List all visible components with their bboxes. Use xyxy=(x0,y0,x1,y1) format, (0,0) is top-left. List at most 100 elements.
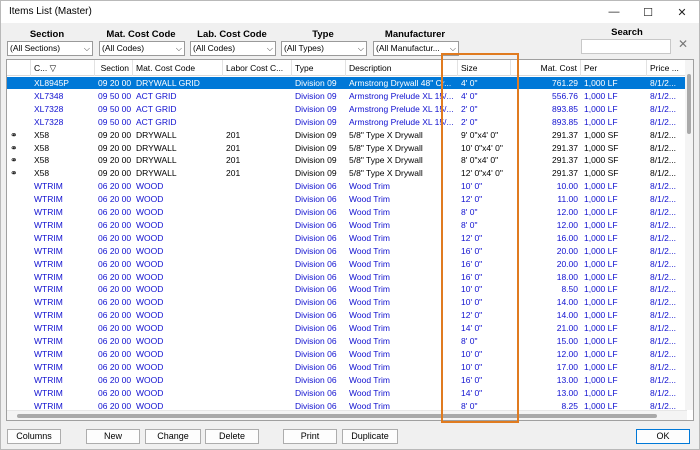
chevron-down-icon: ⌵ xyxy=(175,44,182,53)
cell-code: WTRIM xyxy=(34,181,63,192)
mat-cost-code-filter-select[interactable]: (All Codes) ⌵ xyxy=(99,41,185,56)
cell-type: Division 06 xyxy=(295,387,337,398)
change-button[interactable]: Change xyxy=(145,429,201,444)
column-header-icon[interactable] xyxy=(7,60,31,76)
column-header[interactable]: Mat. Cost Code xyxy=(133,60,223,76)
table-row[interactable]: WTRIM 06 20 00 WOOD Division 06 Wood Trim 16'… xyxy=(7,271,687,283)
table-row[interactable]: XL8945P 09 20 00 DRYWALL GRID Division 09 Ar… xyxy=(7,77,687,90)
column-header[interactable]: Per xyxy=(581,60,647,76)
clear-search-icon[interactable]: ✕ xyxy=(675,37,691,55)
table-row[interactable]: XL7328 09 50 00 ACT GRID Division 09 Armstro… xyxy=(7,103,687,115)
duplicate-button[interactable]: Duplicate xyxy=(342,429,398,444)
cell-price: 8/1/2... xyxy=(650,232,676,243)
cell-type: Division 06 xyxy=(295,323,337,334)
cell-price: 8/1/2... xyxy=(650,245,676,256)
table-row[interactable]: WTRIM 06 20 00 WOOD Division 06 Wood Trim 16'… xyxy=(7,374,687,386)
ok-button[interactable]: OK xyxy=(636,429,690,444)
cell-cost: 12.00 xyxy=(556,348,578,359)
cell-cost: 8.50 xyxy=(561,284,578,295)
cell-mat: WOOD xyxy=(136,258,164,269)
column-header[interactable]: Type xyxy=(292,60,346,76)
chevron-down-icon: ⌵ xyxy=(357,44,364,53)
cell-section: 06 20 00 xyxy=(98,387,132,398)
column-header-label: Per xyxy=(584,63,598,73)
cell-code: WTRIM xyxy=(34,387,63,398)
column-header[interactable]: Section xyxy=(95,60,133,76)
table-row[interactable]: WTRIM 06 20 00 WOOD Division 06 Wood Trim 14'… xyxy=(7,322,687,334)
type-filter-select[interactable]: (All Types) ⌵ xyxy=(281,41,367,56)
cell-section: 09 50 00 xyxy=(98,90,132,101)
lab-cost-code-filter-select[interactable]: (All Codes) ⌵ xyxy=(190,41,276,56)
table-row[interactable]: WTRIM 06 20 00 WOOD Division 06 Wood Trim 8' … xyxy=(7,219,687,231)
cell-price: 8/1/2... xyxy=(650,361,676,372)
table-row[interactable]: WTRIM 06 20 00 WOOD Division 06 Wood Trim 12'… xyxy=(7,309,687,321)
print-button[interactable]: Print xyxy=(283,429,337,444)
cell-per: 1,000 LF xyxy=(584,297,618,308)
table-row[interactable]: XL7328 09 50 00 ACT GRID Division 09 Armstro… xyxy=(7,116,687,128)
cell-lab xyxy=(223,296,292,308)
cell-type: Division 06 xyxy=(295,374,337,385)
column-header[interactable]: C... ▽ xyxy=(31,60,95,76)
cell-type: Division 06 xyxy=(295,258,337,269)
maximize-icon[interactable]: ☐ xyxy=(631,1,665,23)
table-row[interactable]: WTRIM 06 20 00 WOOD Division 06 Wood Trim 10'… xyxy=(7,348,687,360)
column-header[interactable]: Labor Cost C... xyxy=(223,60,292,76)
table-row[interactable]: WTRIM 06 20 00 WOOD Division 06 Wood Trim 8' … xyxy=(7,206,687,218)
table-row[interactable]: WTRIM 06 20 00 WOOD Division 06 Wood Trim 12'… xyxy=(7,193,687,205)
delete-button[interactable]: Delete xyxy=(205,429,259,444)
cell-type: Division 09 xyxy=(295,142,337,153)
cell-section: 09 50 00 xyxy=(98,103,132,114)
cell-per: 1,000 LF xyxy=(584,271,618,282)
horizontal-scroll-thumb[interactable] xyxy=(17,414,657,418)
cell-mat: ACT GRID xyxy=(136,103,177,114)
cell-code: WTRIM xyxy=(34,207,63,217)
row-icon-cell xyxy=(7,387,31,399)
cell-type: Division 09 xyxy=(295,78,337,88)
table-row[interactable]: WTRIM 06 20 00 WOOD Division 06 Wood Trim 10'… xyxy=(7,296,687,308)
table-row[interactable]: WTRIM 06 20 00 WOOD Division 06 Wood Trim 10'… xyxy=(7,283,687,295)
columns-button[interactable]: Columns xyxy=(7,429,61,444)
cell-per: 1,000 LF xyxy=(584,258,618,269)
column-header[interactable]: Price ... xyxy=(647,60,687,76)
cell-mat: ACT GRID xyxy=(136,116,177,127)
table-row[interactable]: WTRIM 06 20 00 WOOD Division 06 Wood Trim 14'… xyxy=(7,387,687,399)
table-row[interactable]: WTRIM 06 20 00 WOOD Division 06 Wood Trim 16'… xyxy=(7,245,687,257)
row-icon-cell xyxy=(7,309,31,321)
cell-section: 06 20 00 xyxy=(98,207,132,217)
row-icon-cell xyxy=(7,258,31,270)
cell-code: X58 xyxy=(34,142,50,153)
table-row[interactable]: WTRIM 06 20 00 WOOD Division 06 Wood Trim 16'… xyxy=(7,258,687,270)
cell-lab xyxy=(223,322,292,334)
cell-section: 09 20 00 xyxy=(98,78,132,88)
minimize-icon[interactable]: — xyxy=(597,1,631,23)
mat-cost-code-filter-label: Mat. Cost Code xyxy=(106,29,176,40)
table-row[interactable]: WTRIM 06 20 00 WOOD Division 06 Wood Trim 12'… xyxy=(7,232,687,244)
row-icon-cell xyxy=(7,116,31,128)
close-icon[interactable]: ✕ xyxy=(665,1,699,23)
vertical-scroll-thumb[interactable] xyxy=(687,74,691,134)
table-row[interactable]: XL7348 09 50 00 ACT GRID Division 09 Armstro… xyxy=(7,90,687,102)
cell-lab xyxy=(223,219,292,231)
table-row[interactable]: WTRIM 06 20 00 WOOD Division 06 Wood Trim 8' … xyxy=(7,335,687,347)
column-header[interactable]: Mat. Cost xyxy=(511,60,581,76)
cell-type: Division 06 xyxy=(295,297,337,308)
horizontal-scrollbar[interactable] xyxy=(7,410,687,420)
table-row[interactable]: WTRIM 06 20 00 WOOD Division 06 Wood Trim 10'… xyxy=(7,361,687,373)
vertical-scrollbar[interactable] xyxy=(685,60,693,410)
section-filter-select[interactable]: (All Sections) ⌵ xyxy=(7,41,93,56)
cell-type: Division 06 xyxy=(295,232,337,243)
column-header-label: Price ... xyxy=(650,63,679,73)
table-row[interactable]: ⚭ X58 09 20 00 DRYWALL 201 Division 09 5/8" Ty… xyxy=(7,154,687,166)
table-row[interactable]: WTRIM 06 20 00 WOOD Division 06 Wood Trim 10'… xyxy=(7,180,687,192)
cell-type: Division 09 xyxy=(295,90,337,101)
search-input[interactable] xyxy=(581,39,671,54)
cell-code: WTRIM xyxy=(34,284,63,295)
cell-section: 06 20 00 xyxy=(98,245,132,256)
table-row[interactable]: ⚭ X58 09 20 00 DRYWALL 201 Division 09 5/8" Ty… xyxy=(7,129,687,141)
cell-lab: 201 xyxy=(226,168,241,179)
cell-per: 1,000 LF xyxy=(584,103,618,114)
table-row[interactable]: ⚭ X58 09 20 00 DRYWALL 201 Division 09 5/8" Ty… xyxy=(7,167,687,179)
new-button[interactable]: New xyxy=(86,429,140,444)
cell-section: 09 20 00 xyxy=(98,129,132,140)
table-row[interactable]: ⚭ X58 09 20 00 DRYWALL 201 Division 09 5/8" Ty… xyxy=(7,142,687,154)
